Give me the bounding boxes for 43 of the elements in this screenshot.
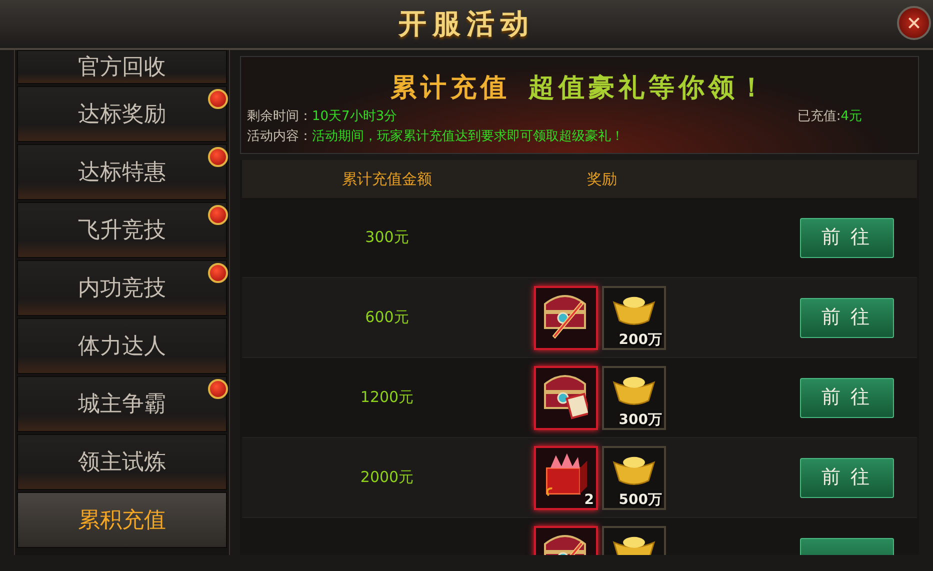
reward-slot[interactable] — [534, 366, 598, 430]
reward-slot[interactable]: 200万 — [602, 286, 666, 350]
column-header: 累计充值金额 — [341, 168, 433, 190]
reward-slot[interactable]: 300万 — [602, 366, 666, 430]
reward-slot[interactable]: 500万 — [602, 446, 666, 510]
recharged-value: 4元 — [840, 108, 862, 126]
reward-slot[interactable]: 2 — [534, 446, 598, 510]
amount-cell-text: 600元 — [365, 307, 409, 328]
sidebar-tab[interactable]: 达标特惠 — [17, 144, 227, 200]
banner-slogan: 超值豪礼等你领！ — [528, 72, 768, 105]
sidebar-tab[interactable]: 达标奖励 — [17, 86, 227, 142]
recharged-label: 已充值: — [797, 108, 841, 126]
sidebar-tab[interactable]: 城主争霸 — [17, 376, 227, 432]
content-label: 活动内容： — [247, 128, 312, 146]
sidebar-tab[interactable]: 官方回收 — [17, 50, 227, 84]
go-button[interactable]: 前 往 — [800, 458, 894, 498]
reward-slot[interactable] — [534, 286, 598, 350]
sidebar-tab[interactable]: 累积充值 — [17, 492, 227, 548]
item-count: 500万 — [618, 492, 662, 508]
ingot-icon — [612, 456, 656, 486]
sidebar-tab[interactable]: 体力达人 — [17, 318, 227, 374]
sidebar-tab[interactable]: 飞升竞技 — [17, 202, 227, 258]
amount-cell-text: 300元 — [365, 227, 409, 248]
column-header: 奖励 — [586, 168, 618, 190]
ingot-icon — [612, 296, 656, 326]
amount-cell-text: 1200元 — [360, 387, 414, 408]
close-button[interactable] — [897, 6, 931, 40]
time-label: 剩余时间： — [247, 108, 312, 126]
go-button[interactable]: 前 往 — [800, 378, 894, 418]
sidebar-tab[interactable]: 领主试炼 — [17, 434, 227, 490]
close-icon — [906, 15, 922, 31]
time-value: 10天7小时3分 — [312, 108, 398, 126]
amount-cell-text: 2000元 — [360, 467, 414, 488]
item-count: 300万 — [618, 412, 662, 428]
go-button[interactable]: 前 往 — [800, 298, 894, 338]
item-count: 2 — [584, 492, 594, 508]
content-value: 活动期间，玩家累计充值达到要求即可领取超级豪礼！ — [312, 128, 624, 146]
sidebar-tab[interactable]: 内功竞技 — [17, 260, 227, 316]
window-title: 开服活动 — [398, 6, 534, 42]
item-count: 200万 — [618, 332, 662, 348]
go-button[interactable]: 前 往 — [800, 218, 894, 258]
banner-title: 累计充值 — [390, 72, 510, 105]
ingot-icon — [612, 376, 656, 406]
